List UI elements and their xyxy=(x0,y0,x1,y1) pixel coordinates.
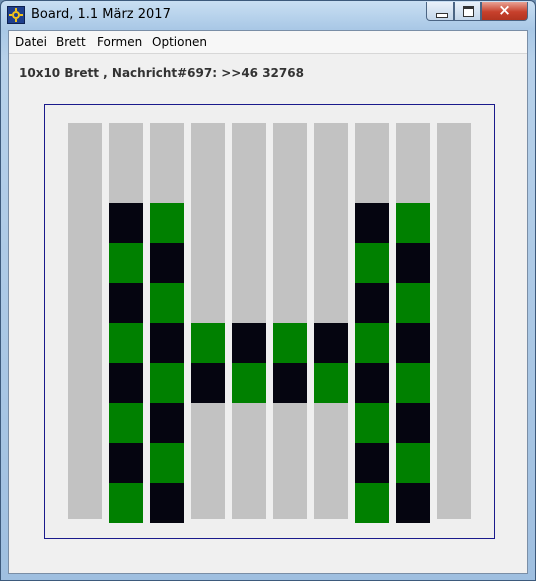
green-piece[interactable] xyxy=(355,483,389,523)
green-piece[interactable] xyxy=(109,323,143,363)
green-piece[interactable] xyxy=(150,443,184,483)
black-piece[interactable] xyxy=(150,323,184,363)
client-area: Datei Brett Formen Optionen 10x10 Brett … xyxy=(8,30,528,574)
black-piece[interactable] xyxy=(355,283,389,323)
green-piece[interactable] xyxy=(396,443,430,483)
board-column[interactable] xyxy=(314,123,348,519)
green-piece[interactable] xyxy=(150,363,184,403)
game-board[interactable] xyxy=(44,104,495,539)
minimize-button[interactable] xyxy=(426,2,454,21)
board-column[interactable] xyxy=(191,123,225,519)
green-piece[interactable] xyxy=(109,483,143,523)
green-piece[interactable] xyxy=(150,283,184,323)
green-piece[interactable] xyxy=(396,283,430,323)
menu-bar: Datei Brett Formen Optionen xyxy=(9,31,527,54)
black-piece[interactable] xyxy=(109,443,143,483)
black-piece[interactable] xyxy=(109,203,143,243)
green-piece[interactable] xyxy=(109,243,143,283)
black-piece[interactable] xyxy=(150,403,184,443)
black-piece[interactable] xyxy=(109,283,143,323)
close-icon: × xyxy=(498,1,511,19)
green-piece[interactable] xyxy=(396,203,430,243)
menu-optionen[interactable]: Optionen xyxy=(152,35,207,49)
green-piece[interactable] xyxy=(396,363,430,403)
black-piece[interactable] xyxy=(396,243,430,283)
green-piece[interactable] xyxy=(355,403,389,443)
board-column[interactable] xyxy=(437,123,471,519)
black-piece[interactable] xyxy=(150,483,184,523)
black-piece[interactable] xyxy=(314,323,348,363)
green-piece[interactable] xyxy=(273,323,307,363)
green-piece[interactable] xyxy=(355,323,389,363)
board-column[interactable] xyxy=(273,123,307,519)
black-piece[interactable] xyxy=(273,363,307,403)
green-piece[interactable] xyxy=(232,363,266,403)
black-piece[interactable] xyxy=(109,363,143,403)
menu-formen[interactable]: Formen xyxy=(97,35,142,49)
black-piece[interactable] xyxy=(396,483,430,523)
black-piece[interactable] xyxy=(396,403,430,443)
app-window: Board, 1.1 März 2017 × Datei Brett Forme… xyxy=(0,0,536,581)
black-piece[interactable] xyxy=(150,243,184,283)
green-piece[interactable] xyxy=(355,243,389,283)
black-piece[interactable] xyxy=(191,363,225,403)
black-piece[interactable] xyxy=(396,323,430,363)
close-button[interactable]: × xyxy=(481,1,528,21)
title-bar[interactable]: Board, 1.1 März 2017 × xyxy=(1,1,535,30)
board-column[interactable] xyxy=(232,123,266,519)
board-column[interactable] xyxy=(68,123,102,519)
black-piece[interactable] xyxy=(232,323,266,363)
green-piece[interactable] xyxy=(314,363,348,403)
green-piece[interactable] xyxy=(109,403,143,443)
black-piece[interactable] xyxy=(355,363,389,403)
black-piece[interactable] xyxy=(355,203,389,243)
menu-brett[interactable]: Brett xyxy=(56,35,86,49)
black-piece[interactable] xyxy=(355,443,389,483)
maximize-button[interactable] xyxy=(454,2,481,21)
app-icon xyxy=(7,6,25,24)
window-title: Board, 1.1 März 2017 xyxy=(31,7,171,22)
status-message: 10x10 Brett , Nachricht#697: >>46 32768 xyxy=(19,66,304,80)
green-piece[interactable] xyxy=(150,203,184,243)
green-piece[interactable] xyxy=(191,323,225,363)
menu-datei[interactable]: Datei xyxy=(15,35,47,49)
